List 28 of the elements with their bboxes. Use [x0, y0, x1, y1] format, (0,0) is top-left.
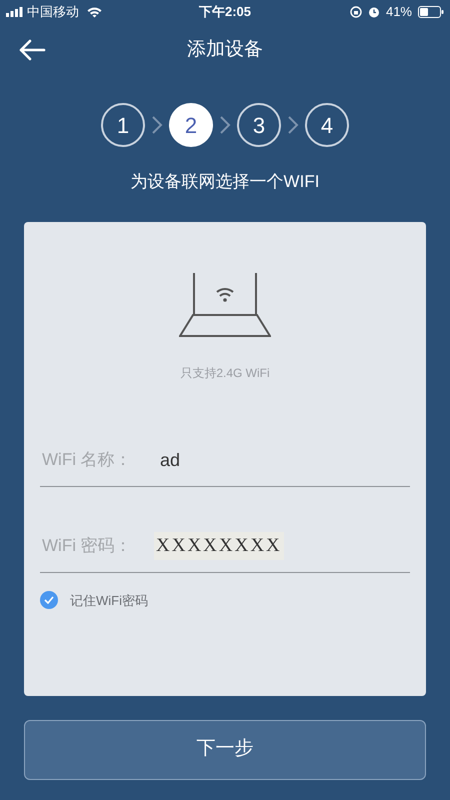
frequency-note: 只支持2.4G WiFi [179, 364, 271, 382]
page-title: 添加设备 [187, 38, 263, 62]
remember-checkbox[interactable] [40, 591, 58, 610]
router-icon [179, 272, 271, 338]
back-arrow-icon[interactable] [18, 39, 46, 61]
step-indicator: 2 [169, 103, 213, 147]
step-indicator: 4 [305, 103, 349, 147]
chevron-icon [219, 115, 231, 135]
next-button[interactable]: 下一步 [24, 720, 426, 780]
rotation-lock-icon [350, 6, 362, 18]
alarm-icon [368, 6, 380, 18]
battery-percent: 41% [386, 3, 412, 22]
carrier-name: 中国移动 [27, 3, 79, 22]
clock-time: 下午2:05 [198, 3, 252, 22]
chevron-icon [151, 115, 163, 135]
step-indicator: 3 [237, 103, 281, 147]
step-indicator: 1 [101, 103, 145, 147]
field-label: WiFi 密码： [42, 535, 133, 558]
wifi-icon [87, 6, 102, 18]
instruction-text: 为设备联网选择一个WIFI [130, 171, 320, 193]
battery-icon [418, 6, 444, 18]
name-field[interactable]: ad [160, 446, 180, 474]
signal-icon [6, 7, 24, 17]
chevron-icon [287, 115, 299, 135]
field-label: WiFi 名称： [42, 449, 133, 472]
check-icon [44, 596, 54, 604]
password-field[interactable]: XXXXXXXX [154, 532, 284, 560]
remember-label: 记住WiFi密码 [70, 592, 148, 610]
